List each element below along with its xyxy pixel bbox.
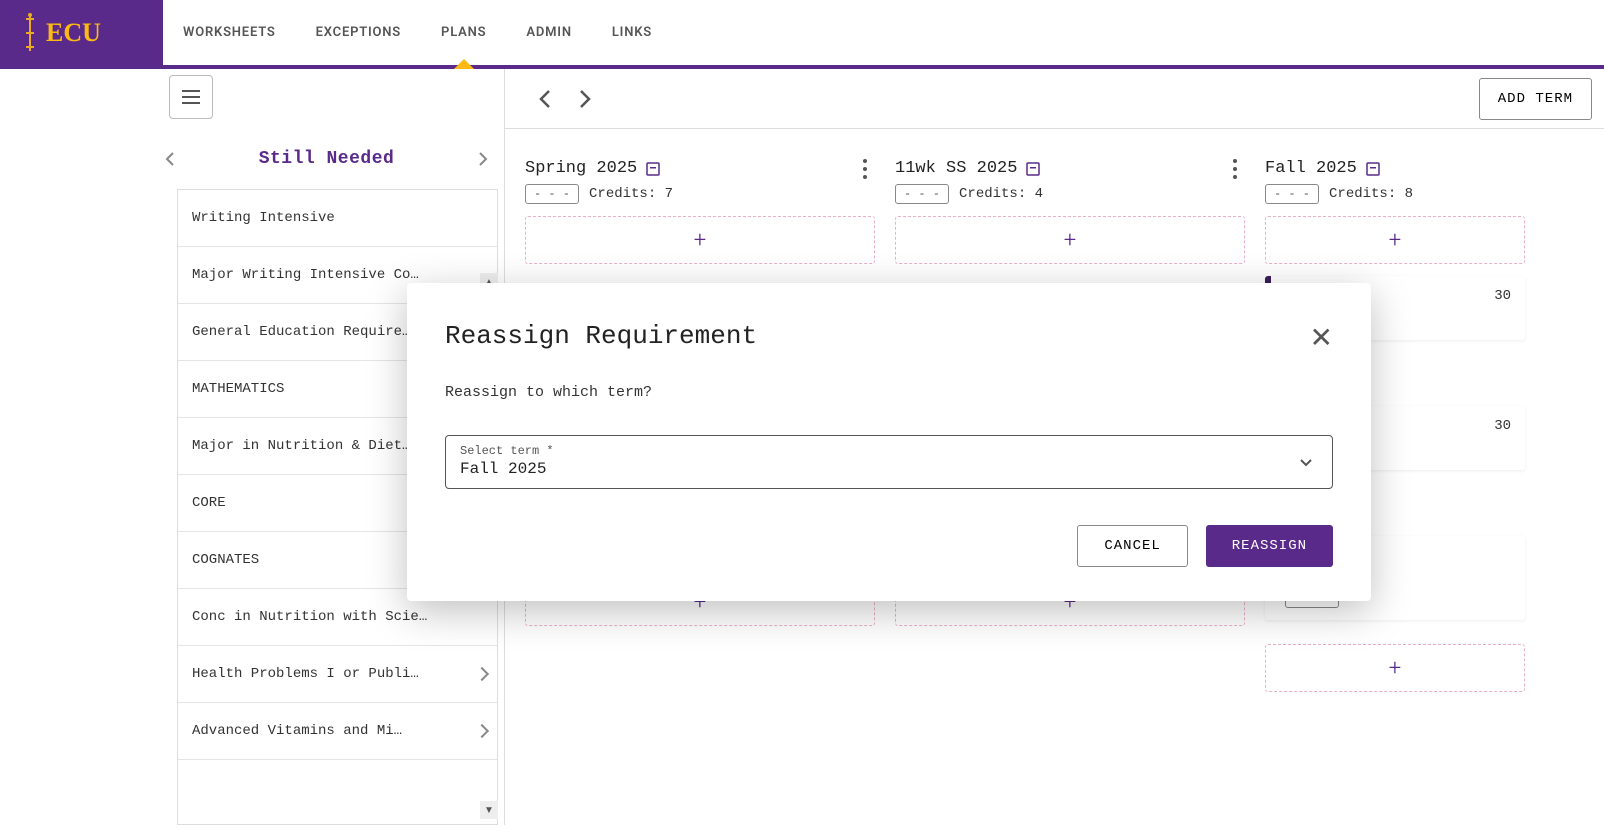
nav-plans[interactable]: PLANS — [421, 0, 506, 65]
need-label: Conc in Nutrition with Scie… — [192, 609, 427, 625]
term-nav — [535, 88, 595, 110]
nav-label: PLANS — [441, 25, 486, 40]
modal-actions: CANCEL REASSIGN — [445, 525, 1333, 567]
select-label: Select term * — [460, 444, 1318, 458]
left-rail — [0, 69, 149, 825]
term-select[interactable]: Select term * Fall 2025 — [445, 435, 1333, 489]
reassign-modal: Reassign Requirement ✕ Reassign to which… — [407, 283, 1371, 601]
need-label: Major in Nutrition & Diet… — [192, 438, 410, 454]
term-status-badge: - - - — [895, 184, 949, 204]
add-course-slot[interactable]: + — [1265, 216, 1525, 264]
modal-question: Reassign to which term? — [445, 384, 1333, 401]
term-title: Spring 2025 — [525, 159, 637, 178]
term-header: Spring 2025 - - - Credits: 7 — [525, 159, 875, 204]
nav-links[interactable]: LINKS — [592, 0, 672, 65]
need-label: MATHEMATICS — [192, 381, 284, 397]
term-title: Fall 2025 — [1265, 159, 1357, 178]
need-label: Writing Intensive — [192, 210, 335, 226]
note-icon[interactable] — [1365, 161, 1381, 177]
term-menu-icon[interactable] — [863, 167, 867, 171]
need-label: Major Writing Intensive Co… — [192, 267, 419, 283]
modal-title: Reassign Requirement — [445, 321, 757, 351]
need-label: COGNATES — [192, 552, 259, 568]
add-term-label: ADD TERM — [1498, 91, 1573, 107]
need-label: Advanced Vitamins and Mi… — [192, 723, 402, 739]
add-course-slot[interactable]: + — [525, 216, 875, 264]
cancel-button[interactable]: CANCEL — [1077, 525, 1187, 567]
need-item[interactable]: Writing Intensive — [178, 190, 497, 247]
next-term-icon[interactable] — [573, 88, 595, 110]
nav-label: LINKS — [612, 25, 652, 40]
still-needed-title: Still Needed — [259, 149, 395, 169]
nav-items: WORKSHEETS EXCEPTIONS PLANS ADMIN LINKS — [163, 0, 672, 65]
planner-toolbar: ADD TERM — [505, 69, 1604, 129]
nav-label: WORKSHEETS — [183, 25, 276, 40]
term-credits: Credits: 7 — [589, 186, 673, 202]
scroll-down-icon[interactable]: ▼ — [480, 801, 498, 819]
term-status-badge: - - - — [525, 184, 579, 204]
term-header: Fall 2025 - - - Credits: 8 — [1265, 159, 1525, 204]
prev-term-icon[interactable] — [535, 88, 557, 110]
add-term-button[interactable]: ADD TERM — [1479, 78, 1592, 120]
term-status-badge: - - - — [1265, 184, 1319, 204]
term-header: 11wk SS 2025 - - - Credits: 4 — [895, 159, 1245, 204]
term-title: 11wk SS 2025 — [895, 159, 1017, 178]
need-item[interactable]: Advanced Vitamins and Mi… — [178, 703, 497, 760]
top-nav: ECU WORKSHEETS EXCEPTIONS PLANS ADMIN LI… — [0, 0, 1604, 69]
need-label: CORE — [192, 495, 226, 511]
logo: ECU — [0, 0, 163, 65]
still-needed-header: Still Needed — [149, 119, 504, 189]
nav-label: ADMIN — [526, 25, 571, 40]
hamburger-icon — [182, 96, 200, 98]
need-label: Health Problems I or Publi… — [192, 666, 419, 682]
nav-label: EXCEPTIONS — [316, 25, 401, 40]
ecu-logo-icon: ECU — [22, 11, 142, 55]
reassign-label: REASSIGN — [1232, 538, 1307, 554]
reassign-button[interactable]: REASSIGN — [1206, 525, 1333, 567]
modal-header: Reassign Requirement ✕ — [445, 321, 1333, 354]
plus-icon: + — [1064, 228, 1076, 253]
sidebar-toggle-button[interactable] — [169, 75, 213, 119]
plus-icon: + — [694, 228, 706, 253]
cancel-label: CANCEL — [1104, 538, 1160, 554]
need-item[interactable]: Health Problems I or Publi… — [178, 646, 497, 703]
chevron-left-icon[interactable] — [163, 151, 179, 167]
nav-exceptions[interactable]: EXCEPTIONS — [296, 0, 421, 65]
add-course-slot[interactable]: + — [895, 216, 1245, 264]
select-value: Fall 2025 — [460, 460, 1318, 478]
chevron-down-icon — [1298, 454, 1314, 470]
nav-worksheets[interactable]: WORKSHEETS — [163, 0, 296, 65]
add-course-slot[interactable]: + — [1265, 644, 1525, 692]
chevron-right-icon[interactable] — [474, 151, 490, 167]
term-credits: Credits: 8 — [1329, 186, 1413, 202]
plus-icon: + — [1389, 228, 1401, 253]
nav-admin[interactable]: ADMIN — [506, 0, 591, 65]
plus-icon: + — [1389, 656, 1401, 681]
need-label: General Education Require… — [192, 324, 410, 340]
term-menu-icon[interactable] — [1233, 167, 1237, 171]
svg-text:ECU: ECU — [46, 18, 101, 47]
term-credits: Credits: 4 — [959, 186, 1043, 202]
close-icon[interactable]: ✕ — [1310, 321, 1333, 354]
note-icon[interactable] — [645, 161, 661, 177]
note-icon[interactable] — [1025, 161, 1041, 177]
